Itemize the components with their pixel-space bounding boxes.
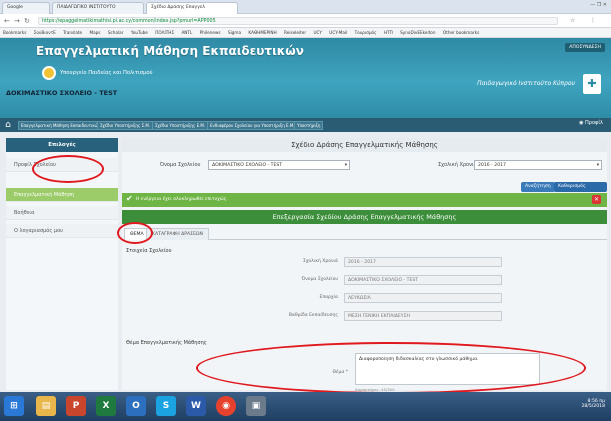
bookmark[interactable]: Sigma — [228, 30, 241, 35]
field-label: Επαρχία — [319, 295, 338, 300]
institute-name: Παιδαγωγικό Ινστιτούτο Κύπρου — [477, 80, 575, 87]
menu-icon[interactable]: ⋮ — [590, 17, 596, 24]
sidebar-item-account[interactable]: Ο λογαριασμός μου — [6, 224, 118, 238]
bookmark[interactable]: ΗΤΠ — [384, 30, 393, 35]
school-name: ΔΟΚΙΜΑΣΤΙΚΟ ΣΧΟΛΕΙΟ - TEST — [6, 89, 118, 97]
field-label: Σχολική Χρονιά — [302, 259, 338, 264]
institute-logo: ✚ — [583, 74, 601, 94]
menu-item[interactable]: Σχέδιο Υποστήριξης Ε.Μ. — [152, 121, 209, 130]
tab-actions[interactable]: ΚΑΤΑΓΡΑΦΗ ΔΡΑΣΕΩΝ — [146, 228, 209, 240]
sidebar-header: Επιλογές — [6, 138, 118, 152]
site-header: Επαγγελματική Μάθηση Εκπαιδευτικών Υπουρ… — [0, 38, 611, 118]
outlook-icon[interactable]: O — [126, 396, 146, 416]
clear-button[interactable]: Καθαρισμός Πεδίων — [554, 182, 607, 199]
browser-tab-active[interactable]: Σχέδιο Δράσης Επαγγελ — [146, 2, 238, 14]
bookmark[interactable]: SynoDivEEkeiton — [400, 30, 435, 35]
bookmark[interactable]: Translate — [63, 30, 82, 35]
bookmark[interactable]: ΠΟΛΙΤΗΣ — [155, 30, 174, 35]
school-label: Όνομα Σχολείου — [160, 162, 201, 168]
bookmark[interactable]: Philenews — [200, 30, 221, 35]
browser-tab-institute[interactable]: ΠΑΙΔΑΓΩΓΙΚΟ ΙΝΣΤΙΤΟΥΤΟ — [52, 2, 144, 14]
bookmarks-bar: Bookmarks ΣουΒιοντΕ Translate Maps Schol… — [0, 28, 611, 38]
site-title: Επαγγελματική Μάθηση Εκπαιδευτικών — [36, 44, 304, 58]
powerpoint-icon[interactable]: P — [66, 396, 86, 416]
word-icon[interactable]: W — [186, 396, 206, 416]
star-icon[interactable]: ☆ — [570, 17, 575, 24]
bookmark[interactable]: Τουρισμός — [355, 30, 377, 35]
section-theme: Θέμα Επαγγελματικής Μάθησης — [126, 340, 207, 346]
sidebar-item-professional-learning[interactable]: Επαγγελματική Μάθηση — [6, 188, 118, 202]
browser-tab-google[interactable]: Google — [2, 2, 50, 14]
bookmark[interactable]: Bookmarks — [3, 30, 26, 35]
system-tray: 8:56 πμ 28/5/2018 — [581, 399, 605, 409]
clock-date: 28/5/2018 — [581, 404, 605, 409]
ministry-name: Υπουργείο Παιδείας και Πολιτισμού — [60, 70, 153, 76]
tab-label: ΠΑΙΔΑΓΩΓΙΚΟ ΙΝΣΤΙΤΟΥΤΟ — [57, 5, 116, 10]
bookmark[interactable]: Reiseleiter — [284, 30, 306, 35]
page-title: Σχέδιο Δράσης Επαγγελματικής Μάθησης — [122, 138, 607, 152]
panel-title: Επεξεργασία Σχεδίου Δράσης Επαγγελματική… — [122, 210, 607, 224]
screen: Google ΠΑΙΔΑΓΩΓΙΚΟ ΙΝΣΤΙΤΟΥΤΟ Σχέδιο Δρά… — [0, 0, 611, 421]
bookmark[interactable]: Scholar — [108, 30, 124, 35]
tab-label: Google — [7, 5, 23, 10]
top-menu: ⌂ Επαγγελματική Μάθηση Εκπαιδευτικών Σχέ… — [0, 118, 611, 132]
bookmark[interactable]: Maps — [89, 30, 100, 35]
school-select[interactable]: ΔΟΚΙΜΑΣΤΙΚΟ ΣΧΟΛΕΙΟ - TEST ▾ — [208, 160, 350, 170]
logout-button[interactable]: ΑΠΟΣΥΝΔΕΣΗ — [565, 43, 605, 52]
excel-icon[interactable]: X — [96, 396, 116, 416]
profile-link[interactable]: ◉ Προφίλ — [579, 120, 603, 126]
year-label: Σχολική Χρονιά — [438, 162, 477, 168]
bookmark[interactable]: Other bookmarks — [443, 30, 479, 35]
annotation-ring-textarea — [196, 342, 586, 394]
menu-item[interactable]: Επαγγελματική Μάθηση Εκπαιδευτικών — [18, 121, 104, 130]
taskbar: ⊞ ▤ P X O S W ◉ ▣ 8:56 πμ 28/5/2018 — [0, 392, 611, 421]
reload-icon[interactable]: ↻ — [24, 17, 30, 25]
bookmark[interactable]: ΣουΒιοντΕ — [34, 30, 56, 35]
menu-item[interactable]: Υποστήριξη — [294, 121, 324, 130]
menu-item[interactable]: Σχέδιο Υποστήριξης Σ.Μ. — [97, 121, 154, 130]
chrome-icon[interactable]: ◉ — [216, 396, 236, 416]
menu-item[interactable]: Ενδιαφέρον Σχολείου για Υποστήριξη Ε.Μ. — [207, 121, 298, 130]
year-select[interactable]: 2016 - 2017 ▾ — [474, 160, 602, 170]
sidebar-item-help[interactable]: Βοήθεια — [6, 206, 118, 220]
school-select-value: ΔΟΚΙΜΑΣΤΙΚΟ ΣΧΟΛΕΙΟ - TEST — [212, 163, 283, 168]
home-icon[interactable]: ⌂ — [2, 119, 14, 131]
bookmark[interactable]: UCY — [313, 30, 321, 35]
tab-label: Σχέδιο Δράσης Επαγγελ — [151, 5, 205, 10]
window-controls[interactable]: — ❐ ✕ — [590, 2, 607, 8]
field-label: Όνομα Σχολείου — [301, 277, 338, 282]
search-button[interactable]: Αναζήτηση — [521, 182, 555, 192]
success-alert: ✔ Η ενέργεια έχει ολοκληρωθεί επιτυχώς. … — [122, 193, 607, 207]
forward-icon[interactable]: → — [14, 17, 20, 25]
windows-icon[interactable]: ⊞ — [4, 396, 24, 416]
year-select-value: 2016 - 2017 — [478, 163, 506, 168]
skype-icon[interactable]: S — [156, 396, 176, 416]
file-explorer-icon[interactable]: ▤ — [36, 396, 56, 416]
browser-tab-bar: Google ΠΑΙΔΑΓΩΓΙΚΟ ΙΝΣΤΙΤΟΥΤΟ Σχέδιο Δρά… — [0, 0, 611, 14]
bookmark[interactable]: ANTL — [181, 30, 192, 35]
field-label: Βαθμίδα Εκπαίδευσης — [288, 313, 338, 318]
back-icon[interactable]: ← — [4, 17, 10, 25]
field-year: 2016 - 2017 — [344, 257, 502, 267]
app-icon[interactable]: ▣ — [246, 396, 266, 416]
annotation-ring-sidebar — [32, 155, 104, 183]
tabs: ΘΕΜΑ ΚΑΤΑΓΡΑΦΗ ΔΡΑΣΕΩΝ — [122, 228, 607, 240]
bookmark[interactable]: YouTube — [131, 30, 148, 35]
close-icon[interactable]: ✕ — [592, 195, 601, 204]
bookmark[interactable]: KAΘΗΜΕΡΙΝΗ — [248, 30, 276, 35]
success-message: Η ενέργεια έχει ολοκληρωθεί επιτυχώς. — [136, 197, 228, 202]
field-level: ΜΕΣΗ ΓΕΝΙΚΗ ΕΚΠΑΙΔΕΥΣΗ — [344, 311, 502, 321]
url-input[interactable]: https://epaggelmatikimathisi.pi.ac.cy/co… — [38, 17, 558, 25]
chevron-down-icon: ▾ — [344, 163, 347, 168]
profile-label: Προφίλ — [585, 120, 603, 126]
field-district: ΛΕΥΚΩΣΙΑ — [344, 293, 502, 303]
bookmark[interactable]: UCY-Mail — [329, 30, 347, 35]
section-school-info: Στοιχεία Σχολείου — [126, 248, 172, 254]
ministry-logo — [42, 66, 56, 80]
chevron-down-icon: ▾ — [596, 163, 599, 168]
check-icon: ✔ — [126, 194, 133, 203]
address-bar: ← → ↻ https://epaggelmatikimathisi.pi.ac… — [0, 14, 611, 28]
annotation-ring-tab — [117, 222, 153, 244]
field-school: ΔΟΚΙΜΑΣΤΙΚΟ ΣΧΟΛΕΙΟ - TEST — [344, 275, 502, 285]
